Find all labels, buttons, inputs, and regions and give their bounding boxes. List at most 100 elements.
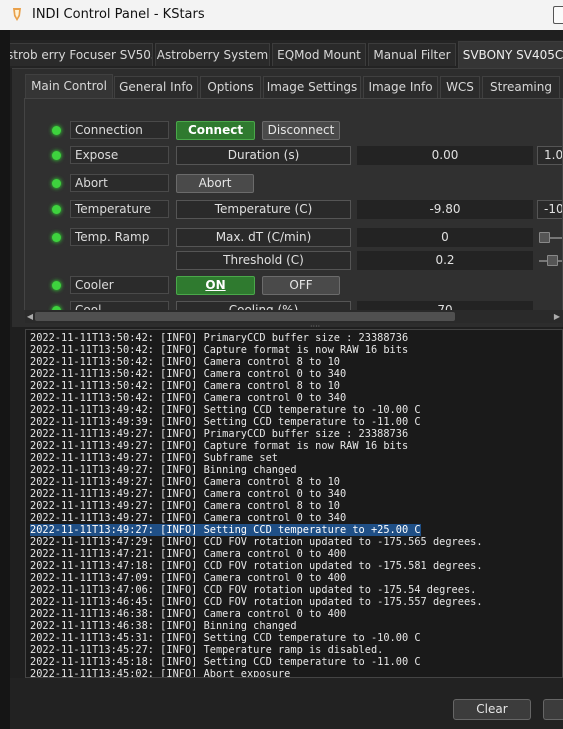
log-line[interactable]: 2022-11-11T13:49:27: [INFO] Camera contr… <box>30 488 346 500</box>
scroll-left-arrow-icon[interactable]: ◀ <box>25 310 35 323</box>
left-edge <box>0 30 10 729</box>
log-line[interactable]: 2022-11-11T13:50:42: [INFO] Camera contr… <box>30 380 340 392</box>
log-line[interactable]: 2022-11-11T13:46:45: [INFO] CCD FOV rota… <box>30 596 483 608</box>
tab-label: strob erry Focuser SV503 <box>10 48 153 62</box>
cooling-label: Cool <box>70 301 169 310</box>
temp-ramp-label: Temp. Ramp <box>70 228 169 246</box>
log-line[interactable]: 2022-11-11T13:50:42: [INFO] Camera contr… <box>30 392 346 404</box>
log-line[interactable]: 2022-11-11T13:49:27: [INFO] Camera contr… <box>30 500 340 512</box>
device-tab-bar: strob erry Focuser SV503 Astroberry Syst… <box>10 40 563 68</box>
log-line[interactable]: 2022-11-11T13:49:27: [INFO] Subframe set <box>30 452 278 464</box>
connect-button[interactable]: Connect <box>176 121 255 140</box>
main-control-properties: Connection Connect Disconnect Expose Dur… <box>24 98 563 310</box>
tab-streaming[interactable]: Streaming <box>482 76 560 98</box>
log-line[interactable]: 2022-11-11T13:45:18: [INFO] Setting CCD … <box>30 656 421 668</box>
tab-image-settings[interactable]: Image Settings <box>263 76 361 98</box>
max-dt-value: 0 <box>357 228 533 247</box>
tab-device-astroberry-system[interactable]: Astroberry System <box>155 43 270 66</box>
log-line[interactable]: 2022-11-11T13:49:27: [INFO] Camera contr… <box>30 476 340 488</box>
connection-status-led-icon <box>52 126 61 135</box>
log-line[interactable]: 2022-11-11T13:50:42: [INFO] Camera contr… <box>30 356 340 368</box>
properties-horizontal-scrollbar[interactable]: ◀ ▶ <box>25 310 562 323</box>
tab-device-eqmod-mount[interactable]: EQMod Mount <box>272 43 366 66</box>
tab-label: General Info <box>119 80 193 94</box>
threshold-value: 0.2 <box>357 251 533 270</box>
threshold-label: Threshold (C) <box>176 251 351 270</box>
tab-label: Image Info <box>368 80 433 94</box>
log-line[interactable]: 2022-11-11T13:47:06: [INFO] CCD FOV rota… <box>30 584 476 596</box>
cooler-label: Cooler <box>70 276 169 294</box>
tab-label: Main Control <box>31 79 107 93</box>
temperature-field-label: Temperature (C) <box>176 200 351 219</box>
log-line[interactable]: 2022-11-11T13:49:27: [INFO] Setting CCD … <box>30 524 421 536</box>
temperature-input[interactable]: -10 <box>537 200 562 219</box>
tab-label: WCS <box>446 80 474 94</box>
tab-main-control[interactable]: Main Control <box>25 74 113 98</box>
log-line[interactable]: 2022-11-11T13:50:42: [INFO] PrimaryCCD b… <box>30 332 408 344</box>
tab-image-info[interactable]: Image Info <box>363 76 438 98</box>
log-line[interactable]: 2022-11-11T13:47:18: [INFO] CCD FOV rota… <box>30 560 483 572</box>
tab-label: EQMod Mount <box>277 48 361 62</box>
temperature-value: -9.80 <box>357 200 533 219</box>
log-line[interactable]: 2022-11-11T13:47:09: [INFO] Camera contr… <box>30 572 346 584</box>
log-line[interactable]: 2022-11-11T13:45:31: [INFO] Setting CCD … <box>30 632 421 644</box>
close-button[interactable] <box>543 699 563 720</box>
abort-button[interactable]: Abort <box>176 174 254 193</box>
cooling-value: 70 <box>357 301 533 310</box>
cooling-field-label: Cooling (%) <box>176 301 351 310</box>
scrollbar-thumb[interactable] <box>35 312 455 321</box>
connection-label: Connection <box>70 121 169 139</box>
log-line[interactable]: 2022-11-11T13:49:27: [INFO] Capture form… <box>30 440 408 452</box>
cooler-status-led-icon <box>52 281 61 290</box>
expose-duration-label: Duration (s) <box>176 146 351 165</box>
expose-status-led-icon <box>52 151 61 160</box>
abort-status-led-icon <box>52 179 61 188</box>
log-line[interactable]: 2022-11-11T13:45:27: [INFO] Temperature … <box>30 644 383 656</box>
cooler-on-button[interactable]: ON <box>176 276 255 295</box>
tab-label: SVBONY SV405C <box>462 48 563 62</box>
temperature-label: Temperature <box>70 200 169 218</box>
window-title: INDI Control Panel - KStars <box>32 7 205 22</box>
log-line[interactable]: 2022-11-11T13:45:02: [INFO] Abort exposu… <box>30 668 290 677</box>
title-bar: INDI Control Panel - KStars <box>0 0 563 30</box>
log-line[interactable]: 2022-11-11T13:50:42: [INFO] Capture form… <box>30 344 408 356</box>
log-line[interactable]: 2022-11-11T13:46:38: [INFO] Camera contr… <box>30 608 346 620</box>
clear-button[interactable]: Clear <box>453 699 531 720</box>
expose-duration-input[interactable]: 1.00 <box>537 146 562 165</box>
abort-label: Abort <box>70 174 169 192</box>
tab-wcs[interactable]: WCS <box>440 76 480 98</box>
log-line[interactable]: 2022-11-11T13:46:38: [INFO] Binning chan… <box>30 620 297 632</box>
expose-duration-value: 0.00 <box>357 146 533 165</box>
log-line[interactable]: 2022-11-11T13:49:27: [INFO] PrimaryCCD b… <box>30 428 408 440</box>
tab-label: Astroberry System <box>156 48 269 62</box>
tab-label: Image Settings <box>266 80 358 94</box>
tab-device-focuser[interactable]: strob erry Focuser SV503 <box>10 43 153 66</box>
max-dt-label: Max. dT (C/min) <box>176 228 351 247</box>
log-line[interactable]: 2022-11-11T13:49:27: [INFO] Binning chan… <box>30 464 297 476</box>
cooler-off-button[interactable]: OFF <box>262 276 340 295</box>
property-group-tabs: Main Control General Info Options Image … <box>24 74 563 98</box>
tab-label: Manual Filter <box>373 48 451 62</box>
log-line[interactable]: 2022-11-11T13:47:29: [INFO] CCD FOV rota… <box>30 536 483 548</box>
log-line[interactable]: 2022-11-11T13:47:21: [INFO] Camera contr… <box>30 548 346 560</box>
tab-general-info[interactable]: General Info <box>114 76 198 98</box>
tab-options[interactable]: Options <box>200 76 261 98</box>
tab-device-manual-filter[interactable]: Manual Filter <box>368 43 456 66</box>
kstars-app-icon <box>13 8 21 21</box>
scroll-right-arrow-icon[interactable]: ▶ <box>552 310 562 323</box>
log-line[interactable]: 2022-11-11T13:49:27: [INFO] Camera contr… <box>30 512 346 524</box>
message-log[interactable]: 2022-11-11T13:50:42: [INFO] PrimaryCCD b… <box>25 329 563 678</box>
bottom-button-bar: Clear <box>10 678 563 729</box>
temperature-status-led-icon <box>52 205 61 214</box>
log-line[interactable]: 2022-11-11T13:50:42: [INFO] Camera contr… <box>30 368 346 380</box>
expose-label: Expose <box>70 146 169 164</box>
disconnect-button[interactable]: Disconnect <box>262 121 340 140</box>
window-control-icon[interactable] <box>553 6 563 24</box>
tab-label: Streaming <box>490 80 552 94</box>
tab-device-svbony[interactable]: SVBONY SV405C <box>458 41 563 68</box>
max-dt-slider[interactable] <box>539 232 550 243</box>
temp-ramp-status-led-icon <box>52 233 61 242</box>
log-line[interactable]: 2022-11-11T13:49:42: [INFO] Setting CCD … <box>30 404 421 416</box>
log-line[interactable]: 2022-11-11T13:49:39: [INFO] Setting CCD … <box>30 416 421 428</box>
threshold-slider[interactable] <box>547 255 558 266</box>
